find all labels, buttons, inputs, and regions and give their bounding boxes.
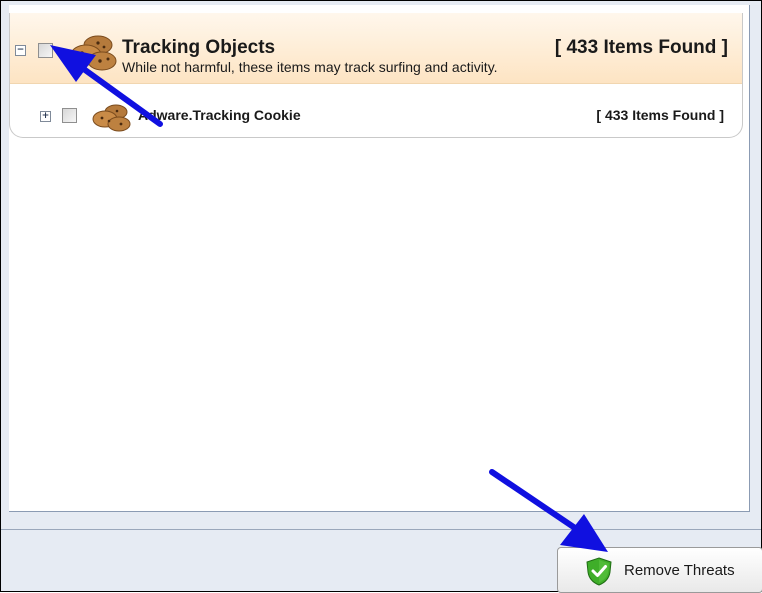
group-checkbox[interactable]: [38, 43, 53, 58]
cookie-icon: [70, 35, 117, 71]
item-count: [ 433 Items Found ]: [596, 107, 724, 123]
item-expand-toggle[interactable]: +: [40, 111, 51, 122]
group-header: − Tracking Objects [ 433 Items Found ] W…: [10, 13, 742, 84]
shield-check-icon: [586, 557, 612, 586]
app-window: − Tracking Objects [ 433 Items Found ] W…: [0, 0, 762, 593]
group-title: Tracking Objects: [122, 37, 276, 58]
cookie-icon: [92, 104, 131, 132]
footer-divider: [1, 529, 761, 530]
group-item-count: [ 433 Items Found ]: [554, 37, 728, 58]
remove-threats-button[interactable]: Remove Threats: [557, 547, 762, 593]
group-collapse-toggle[interactable]: −: [15, 45, 26, 56]
results-panel: − Tracking Objects [ 433 Items Found ] W…: [9, 5, 750, 512]
group-description: While not harmful, these items may track…: [122, 59, 498, 75]
remove-threats-label: Remove Threats: [624, 562, 735, 579]
item-label: Adware.Tracking Cookie: [138, 107, 301, 123]
threat-group-tracking-objects: − Tracking Objects [ 433 Items Found ] W…: [9, 13, 743, 138]
item-checkbox[interactable]: [62, 108, 77, 123]
